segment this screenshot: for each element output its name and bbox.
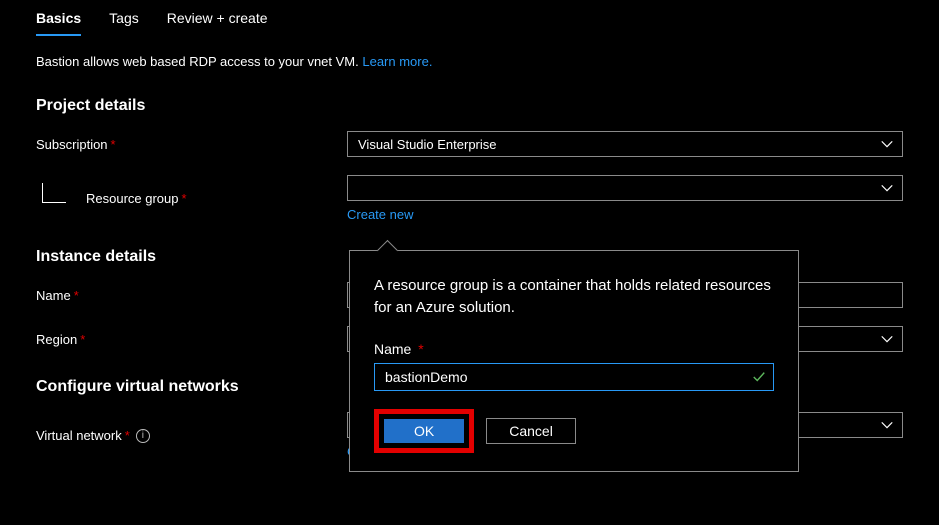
info-icon[interactable]: i [136,429,150,443]
label-subscription: Subscription [36,137,108,152]
section-project-details: Project details [36,97,903,115]
create-new-resource-group-link[interactable]: Create new [347,207,413,222]
row-resource-group: Resource group * Create new [36,175,903,222]
chevron-down-icon [880,332,894,349]
tab-tags[interactable]: Tags [109,10,139,36]
resource-group-name-input[interactable] [374,363,774,391]
required-marker: * [80,332,85,347]
tab-review-create[interactable]: Review + create [167,10,268,36]
popover-buttons: OK Cancel [374,409,774,453]
required-marker: * [111,137,116,152]
tabs: Basics Tags Review + create [36,10,903,36]
label-resource-group: Resource group [86,191,179,206]
check-icon [752,370,766,387]
chevron-down-icon [880,137,894,154]
row-subscription: Subscription * Visual Studio Enterprise [36,131,903,157]
required-marker: * [182,191,187,206]
indent-line [42,183,66,203]
chevron-down-icon [880,418,894,435]
create-resource-group-popover: A resource group is a container that hol… [349,250,799,472]
popover-description: A resource group is a container that hol… [374,275,774,319]
intro-text: Bastion allows web based RDP access to y… [36,54,903,69]
cancel-button[interactable]: Cancel [486,418,576,444]
popover-name-label: Name * [374,341,774,357]
required-marker: * [125,428,130,443]
intro-text-span: Bastion allows web based RDP access to y… [36,54,362,69]
chevron-down-icon [880,181,894,198]
subscription-value: Visual Studio Enterprise [358,137,497,152]
ok-button[interactable]: OK [384,419,464,443]
subscription-select[interactable]: Visual Studio Enterprise [347,131,903,157]
label-name: Name [36,288,71,303]
popover-name-label-text: Name [374,341,411,357]
label-region: Region [36,332,77,347]
required-marker: * [74,288,79,303]
resource-group-select[interactable] [347,175,903,201]
required-marker: * [418,341,423,357]
tab-basics[interactable]: Basics [36,10,81,36]
ok-highlight: OK [374,409,474,453]
label-virtual-network: Virtual network [36,428,122,443]
learn-more-link[interactable]: Learn more. [362,54,432,69]
